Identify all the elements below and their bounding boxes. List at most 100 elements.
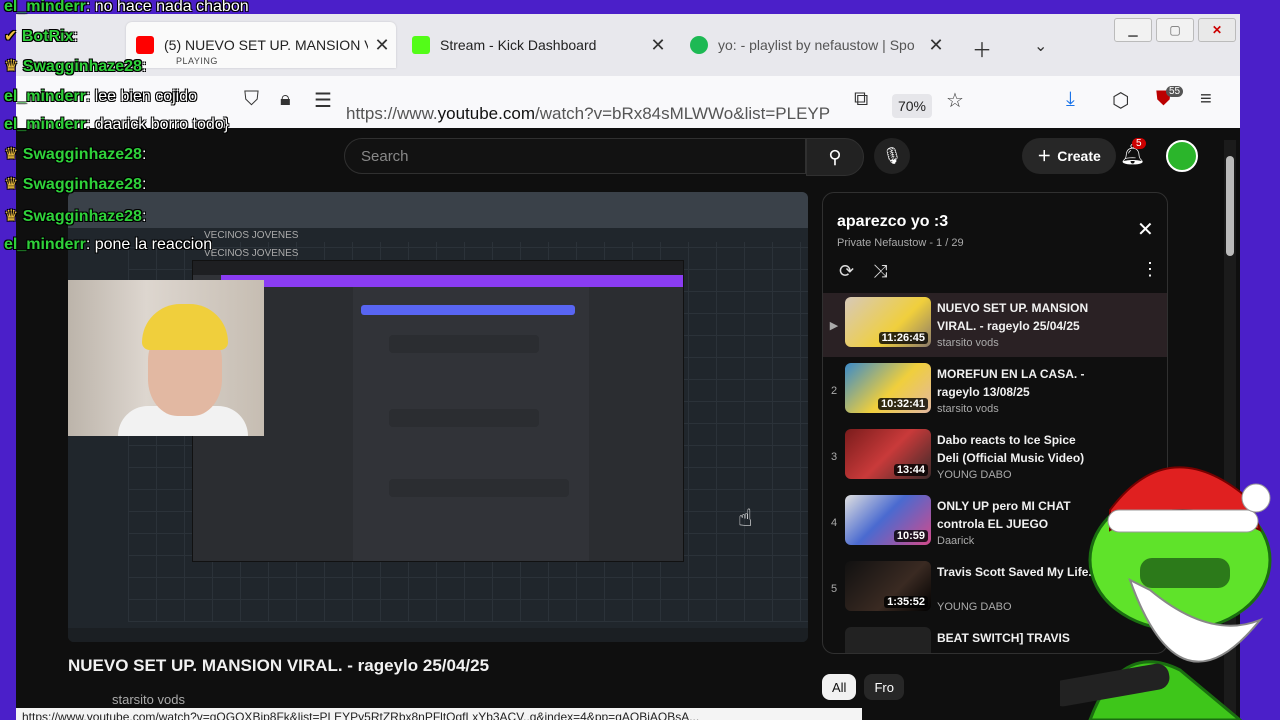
santa-mascot-overlay <box>1060 466 1272 720</box>
duration-badge: 1:35:52 <box>884 596 928 608</box>
minimize-icon[interactable]: ▁ <box>1114 18 1152 42</box>
video-thumbnail[interactable]: 10:32:41 <box>845 363 931 413</box>
link-status-bar: https://www.youtube.com/watch?v=gOGOXBip… <box>16 708 862 720</box>
playlist-item-title: MOREFUN EN LA CASA. - rageylo 13/08/25 <box>937 367 1085 399</box>
close-tab-icon[interactable]: ✕ <box>644 35 672 56</box>
chat-message: el_minderr: daarick borro todo} <box>4 116 230 133</box>
kick-favicon-icon <box>412 36 430 54</box>
close-tab-icon[interactable]: ✕ <box>922 35 950 56</box>
plus-icon: ＋ <box>1037 148 1052 164</box>
chat-username: el_minderr <box>4 236 86 253</box>
bookmark-star-icon[interactable]: ☆ <box>946 88 964 113</box>
chat-message: ♛ Swagginhaze28: <box>4 208 147 225</box>
audio-attachment <box>389 409 539 427</box>
chat-username: Swagginhaze28 <box>22 146 142 163</box>
crown-badge-icon: ♛ <box>4 146 23 163</box>
tab-title: Stream - Kick Dashboard <box>440 37 597 53</box>
playlist-item-channel: YOUNG DABO <box>937 601 1012 613</box>
close-icon[interactable]: ✕ <box>1137 217 1154 242</box>
discord-member-list <box>589 287 683 561</box>
video-thumbnail[interactable]: 10:59 <box>845 495 931 545</box>
download-icon[interactable]: ⤓ <box>1066 88 1075 111</box>
video-thumbnail[interactable]: 11:26:45 <box>845 297 931 347</box>
maximize-icon[interactable]: ▢ <box>1156 18 1194 42</box>
chat-message: el_minderr: no hace nada chabon <box>4 0 249 15</box>
video-thumbnail[interactable]: 13:44 <box>845 429 931 479</box>
audio-attachment <box>389 335 539 353</box>
chat-message: el_minderr: pone la reaccion <box>4 236 213 253</box>
search-input[interactable]: Search <box>344 138 806 174</box>
tab-spotify[interactable]: yo: - playlist by nefaustow | Spo ✕ <box>680 22 950 68</box>
video-thumbnail[interactable] <box>845 627 931 653</box>
chat-message: ♛ Swagginhaze28: <box>4 176 147 193</box>
chat-username: Swagginhaze28 <box>22 176 142 193</box>
playlist-item-index: 3 <box>830 451 838 463</box>
duration-badge: 11:26:45 <box>878 332 928 344</box>
playlist-item-index: 2 <box>830 385 838 397</box>
loop-icon[interactable]: ⟳ <box>839 261 854 282</box>
streamer-webcam <box>68 280 264 436</box>
playlist-item-index: 4 <box>830 517 838 529</box>
channel-name[interactable]: starsito vods <box>112 692 185 707</box>
chat-username: el_minderr <box>4 88 86 105</box>
more-options-icon[interactable]: ⋮ <box>1141 259 1159 280</box>
stream-chat-overlay: el_minderr: no hace nada chabon ✔ BotRix… <box>0 0 360 260</box>
shuffle-icon[interactable]: ⤨ <box>873 261 887 282</box>
playlist-item[interactable]: ▶ 11:26:45 NUEVO SET UP. MANSION VIRAL. … <box>823 293 1167 357</box>
playlist-title[interactable]: aparezco yo :3 <box>837 213 948 231</box>
mouse-cursor-icon: ☝︎ <box>738 505 753 532</box>
microphone-icon[interactable]: 🎙︎ <box>874 138 910 174</box>
duration-badge: 10:32:41 <box>877 398 928 410</box>
playlist-subtitle: Private Nefaustow - 1 / 29 <box>837 237 964 249</box>
tab-title: yo: - playlist by nefaustow | Spo <box>718 37 915 53</box>
menu-hamburger-icon[interactable]: ≡ <box>1200 88 1212 111</box>
chip-all[interactable]: All <box>822 674 857 700</box>
playlist-item-channel: starsito vods <box>937 337 999 349</box>
crown-badge-icon: ♛ <box>4 176 23 193</box>
avatar[interactable] <box>1166 140 1198 172</box>
extension-badge: 55 <box>1166 86 1184 97</box>
playlist-item-channel: YOUNG DABO <box>937 469 1012 481</box>
create-label: Create <box>1057 148 1101 164</box>
search-icon[interactable]: ⚲ <box>806 138 864 176</box>
discord-titlebar <box>193 261 683 275</box>
url-field[interactable]: https://www.youtube.com/watch?v=bRx84sML… <box>346 104 846 124</box>
video-taskbar <box>68 628 808 642</box>
chat-username: BotRix <box>21 28 74 45</box>
chat-username: el_minderr <box>4 0 86 15</box>
create-button[interactable]: ＋ Create <box>1022 138 1116 174</box>
audio-attachment <box>389 479 569 497</box>
playlist-item-channel: starsito vods <box>937 403 999 415</box>
chat-message: ♛ Swagginhaze28: <box>4 146 147 163</box>
chat-text: daarick borro todo} <box>94 116 230 133</box>
url-path: /watch?v=bRx84sMLWWo&list=PLEYP <box>534 104 831 123</box>
video-thumbnail[interactable]: 1:35:52 <box>845 561 931 611</box>
scrollbar-thumb[interactable] <box>1226 156 1234 256</box>
zoom-level-badge[interactable]: 70% <box>892 94 932 118</box>
duration-badge: 10:59 <box>893 530 928 542</box>
chat-text: lee bien cojido <box>94 88 197 105</box>
chat-username: el_minderr <box>4 116 86 133</box>
video-title: NUEVO SET UP. MANSION VIRAL. - rageylo 2… <box>68 656 490 675</box>
crown-badge-icon: ♛ <box>4 58 23 75</box>
playlist-item[interactable]: 2 10:32:41 MOREFUN EN LA CASA. - rageylo… <box>823 359 1167 423</box>
chat-message: el_minderr: lee bien cojido <box>4 88 197 105</box>
extensions-icon[interactable]: ⬡ <box>1112 88 1129 113</box>
crown-badge-icon: ♛ <box>4 208 23 225</box>
picture-in-picture-icon[interactable]: ⧉ <box>854 88 868 111</box>
chat-text: no hace nada chabon <box>94 0 249 15</box>
new-tab-icon[interactable]: ＋ <box>972 34 992 63</box>
discord-window <box>192 260 684 562</box>
close-tab-icon[interactable]: ✕ <box>368 35 396 56</box>
close-window-icon[interactable]: ✕ <box>1198 18 1236 42</box>
chip-from[interactable]: Fro <box>864 674 904 700</box>
window-controls: ▁ ▢ ✕ <box>1114 18 1236 42</box>
duration-badge: 13:44 <box>893 464 928 476</box>
chat-text: pone la reaccion <box>94 236 213 253</box>
playlist-item-index: ▶ <box>829 320 839 332</box>
filter-chips: All Fro <box>822 674 904 700</box>
tab-kick[interactable]: Stream - Kick Dashboard ✕ <box>402 22 672 68</box>
moderator-badge-icon: ✔ <box>4 28 22 45</box>
tab-list-chevron-icon[interactable]: ⌄ <box>1034 36 1047 56</box>
chat-message: ✔ BotRix: <box>4 28 78 45</box>
